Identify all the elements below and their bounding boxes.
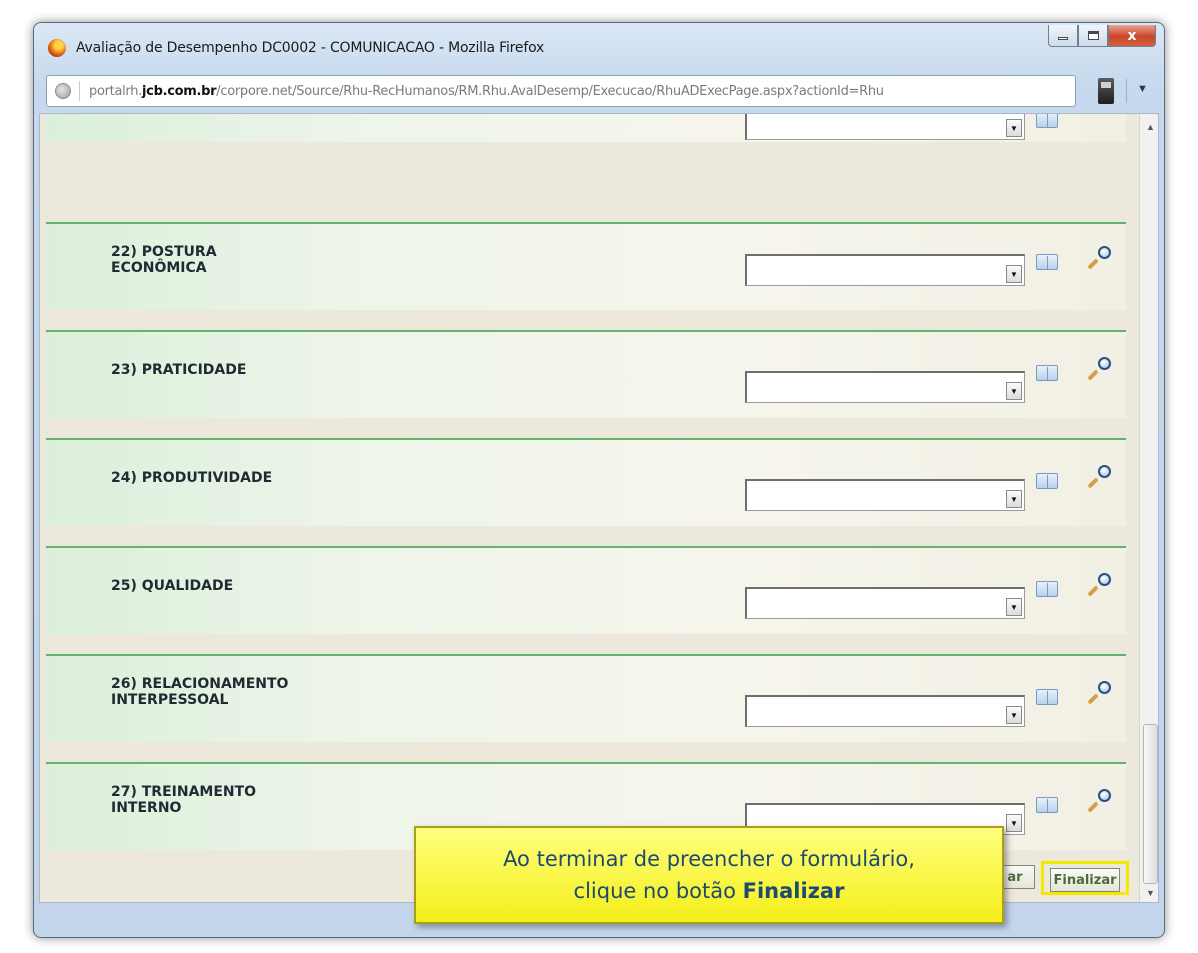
book-icon[interactable] bbox=[1036, 689, 1058, 705]
chevron-down-icon: ▼ bbox=[1006, 119, 1022, 137]
callout-line1: Ao terminar de preencher o formulário, bbox=[503, 847, 915, 871]
close-icon: x bbox=[1127, 27, 1137, 44]
url-prefix: portalrh. bbox=[89, 84, 143, 99]
title-bar[interactable]: Avaliação de Desempenho DC0002 - COMUNIC… bbox=[34, 23, 1164, 71]
magnifier-handle bbox=[1087, 585, 1099, 597]
question-label: 22) POSTURA ECONÔMICA bbox=[111, 244, 411, 276]
address-bar[interactable]: portalrh.jcb.com.br/corpore.net/Source/R… bbox=[46, 75, 1076, 107]
window-title: Avaliação de Desempenho DC0002 - COMUNIC… bbox=[76, 40, 545, 56]
question-label: 26) RELACIONAMENTO INTERPESSOAL bbox=[111, 676, 411, 708]
chevron-down-icon: ▼ bbox=[1006, 814, 1022, 832]
question-label: 23) PRATICIDADE bbox=[111, 362, 411, 378]
question-section: 22) POSTURA ECONÔMICA ▼ bbox=[46, 222, 1126, 310]
firefox-icon bbox=[48, 39, 66, 57]
book-icon[interactable] bbox=[1036, 114, 1058, 128]
finish-button-highlight: Finalizar bbox=[1041, 861, 1129, 895]
question-label-line1: 26) RELACIONAMENTO bbox=[111, 676, 289, 692]
magnifier-icon[interactable] bbox=[1087, 246, 1112, 270]
rating-select[interactable]: ▼ bbox=[745, 254, 1025, 286]
magnifier-handle bbox=[1087, 258, 1099, 270]
rating-select[interactable]: ▼ bbox=[745, 479, 1025, 511]
scrollbar-thumb[interactable] bbox=[1143, 724, 1158, 884]
minimize-button[interactable] bbox=[1048, 25, 1078, 47]
question-label: 27) TREINAMENTO INTERNO bbox=[111, 784, 411, 816]
question-section: 26) RELACIONAMENTO INTERPESSOAL ▼ bbox=[46, 654, 1126, 742]
close-button[interactable]: x bbox=[1108, 25, 1156, 47]
magnifier-icon[interactable] bbox=[1087, 357, 1112, 381]
book-icon[interactable] bbox=[1036, 365, 1058, 381]
question-label-line2: ECONÔMICA bbox=[111, 260, 207, 276]
question-label-line1: 23) PRATICIDADE bbox=[111, 362, 247, 378]
callout-line2: clique no botão Finalizar bbox=[574, 875, 845, 907]
book-icon[interactable] bbox=[1036, 473, 1058, 489]
chevron-down-icon: ▼ bbox=[1006, 598, 1022, 616]
question-section: 25) QUALIDADE ▼ bbox=[46, 546, 1126, 634]
chevron-down-icon[interactable]: ▼ bbox=[1146, 888, 1155, 898]
chevron-down-icon[interactable]: ▼ bbox=[1137, 83, 1148, 95]
magnifier-icon[interactable] bbox=[1087, 681, 1112, 705]
magnifier-handle bbox=[1087, 477, 1099, 489]
book-icon[interactable] bbox=[1036, 797, 1058, 813]
callout-line2-bold: Finalizar bbox=[742, 879, 845, 903]
rating-select[interactable]: ▼ bbox=[745, 371, 1025, 403]
question-label-line1: 25) QUALIDADE bbox=[111, 578, 234, 594]
finish-button[interactable]: Finalizar bbox=[1050, 868, 1120, 892]
magnifier-lens bbox=[1098, 681, 1111, 694]
toolbar-separator bbox=[1126, 79, 1127, 103]
rating-select[interactable]: ▼ bbox=[745, 695, 1025, 727]
browser-window: Avaliação de Desempenho DC0002 - COMUNIC… bbox=[33, 22, 1165, 938]
question-label-line1: 27) TREINAMENTO bbox=[111, 784, 257, 800]
url-domain: jcb.com.br bbox=[142, 84, 217, 99]
url-text[interactable]: portalrh.jcb.com.br/corpore.net/Source/R… bbox=[89, 84, 1069, 99]
question-label-line1: 24) PRODUTIVIDADE bbox=[111, 470, 273, 486]
url-separator bbox=[79, 81, 80, 101]
maximize-button[interactable] bbox=[1078, 25, 1108, 47]
magnifier-lens bbox=[1098, 573, 1111, 586]
url-path: /corpore.net/Source/Rhu-RecHumanos/RM.Rh… bbox=[216, 84, 884, 99]
book-icon[interactable] bbox=[1036, 254, 1058, 270]
chevron-down-icon: ▼ bbox=[1006, 706, 1022, 724]
rating-select[interactable]: ▼ bbox=[745, 587, 1025, 619]
magnifier-icon[interactable] bbox=[1087, 465, 1112, 489]
callout-line2-prefix: clique no botão bbox=[573, 879, 743, 903]
chevron-down-icon: ▼ bbox=[1006, 490, 1022, 508]
form-page: ▼ 22) POSTURA ECONÔMICA ▼ 23) PRATICIDAD… bbox=[40, 114, 1139, 902]
question-label-line1: 22) POSTURA bbox=[111, 244, 217, 260]
vertical-scrollbar[interactable]: ▲ ▼ bbox=[1139, 114, 1158, 902]
magnifier-icon[interactable] bbox=[1087, 789, 1112, 813]
question-section: 23) PRATICIDADE ▼ bbox=[46, 330, 1126, 418]
magnifier-lens bbox=[1098, 246, 1111, 259]
question-section-partial: ▼ bbox=[46, 114, 1126, 142]
magnifier-handle bbox=[1087, 801, 1099, 813]
book-icon[interactable] bbox=[1036, 581, 1058, 597]
chevron-up-icon[interactable]: ▲ bbox=[1146, 122, 1155, 132]
magnifier-lens bbox=[1098, 465, 1111, 478]
magnifier-lens bbox=[1098, 357, 1111, 370]
magnifier-handle bbox=[1087, 693, 1099, 705]
question-label: 24) PRODUTIVIDADE bbox=[111, 470, 411, 486]
minimize-icon bbox=[1058, 37, 1068, 40]
window-controls: x bbox=[1048, 25, 1156, 47]
question-label: 25) QUALIDADE bbox=[111, 578, 411, 594]
question-section: 24) PRODUTIVIDADE ▼ bbox=[46, 438, 1126, 526]
maximize-icon bbox=[1087, 31, 1099, 40]
chevron-down-icon: ▼ bbox=[1006, 382, 1022, 400]
chevron-down-icon: ▼ bbox=[1006, 265, 1022, 283]
magnifier-lens bbox=[1098, 789, 1111, 802]
magnifier-handle bbox=[1087, 369, 1099, 381]
rating-select-partial[interactable]: ▼ bbox=[745, 114, 1025, 140]
page-content: ▼ 22) POSTURA ECONÔMICA ▼ 23) PRATICIDAD… bbox=[39, 113, 1159, 903]
magnifier-icon[interactable] bbox=[1087, 573, 1112, 597]
instruction-callout: Ao terminar de preencher o formulário, c… bbox=[414, 826, 1004, 924]
question-label-line2: INTERPESSOAL bbox=[111, 692, 229, 708]
page-info-icon[interactable] bbox=[1098, 78, 1114, 104]
question-label-line2: INTERNO bbox=[111, 800, 182, 816]
globe-icon bbox=[55, 83, 71, 99]
